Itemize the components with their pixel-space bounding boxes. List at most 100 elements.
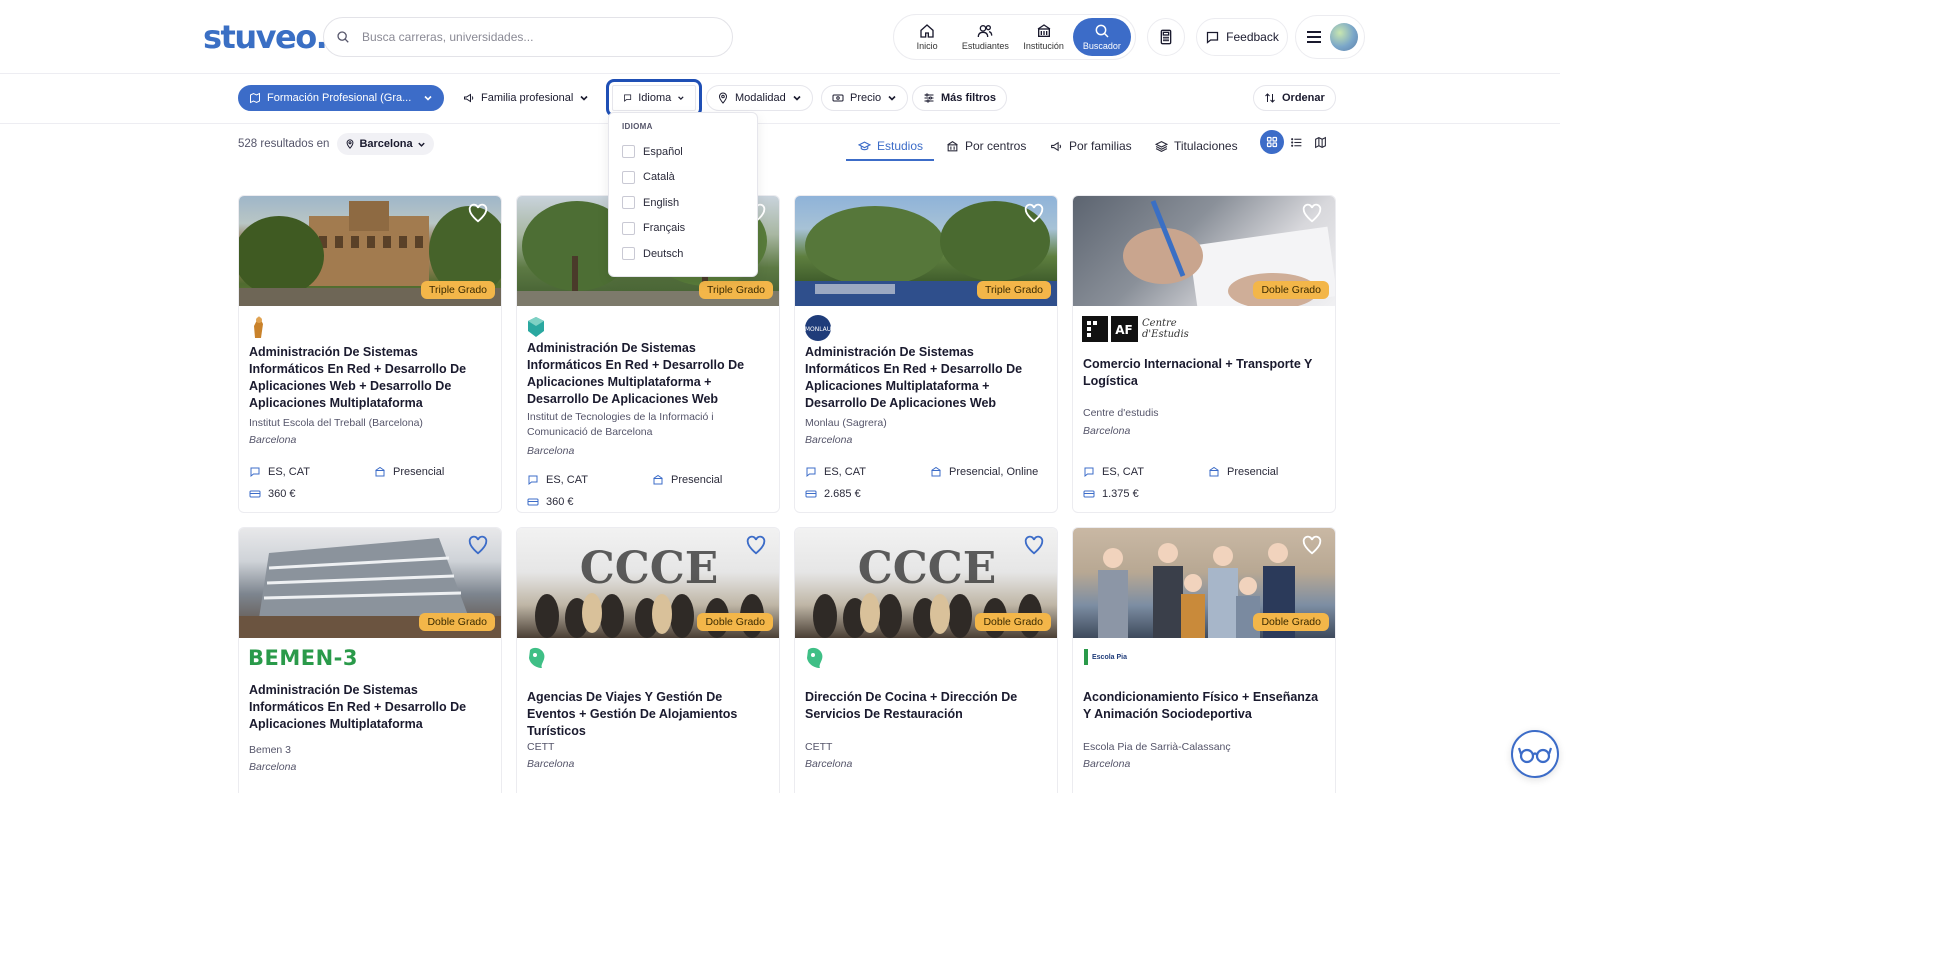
heart-icon[interactable]: [1301, 534, 1323, 556]
calculator-button[interactable]: [1147, 18, 1185, 56]
nav-inicio[interactable]: Inicio: [898, 18, 956, 56]
checkbox[interactable]: [622, 145, 635, 159]
study-type-filter[interactable]: Formación Profesional (Gra...: [238, 85, 444, 111]
search-icon: [337, 31, 349, 43]
cett-logo: [529, 647, 545, 668]
price-text: 360 €: [268, 488, 296, 500]
card-title[interactable]: Administración De Sistemas Informáticos …: [249, 344, 491, 412]
study-card[interactable]: Doble Grado AF Centre d'Estudis Comercio…: [1072, 195, 1336, 513]
language-option-english[interactable]: English: [622, 190, 744, 216]
card-title[interactable]: Administración De Sistemas Informáticos …: [249, 682, 491, 733]
card-city: Barcelona: [1083, 758, 1131, 770]
location-selector[interactable]: Barcelona: [337, 133, 434, 155]
institution-icon: [931, 466, 941, 477]
banknote-icon: [1083, 490, 1095, 498]
chevron-down-icon: [793, 95, 801, 101]
card-title[interactable]: Administración De Sistemas Informáticos …: [527, 340, 769, 408]
family-filter[interactable]: Familia profesional: [452, 85, 601, 111]
study-card[interactable]: Triple Grado MONLAU Administración De Si…: [794, 195, 1058, 513]
nav-label: Inicio: [916, 41, 938, 51]
modality-info: Presencial: [652, 474, 722, 486]
nav-buscador[interactable]: Buscador: [1072, 18, 1131, 56]
tab-por-familias[interactable]: Por familias: [1050, 131, 1132, 161]
card-city: Barcelona: [249, 434, 297, 446]
stuveo-logo[interactable]: stuveo.: [203, 18, 328, 56]
search-bar[interactable]: [323, 17, 733, 57]
price-text: 2.685 €: [824, 488, 861, 500]
tab-titulaciones[interactable]: Titulaciones: [1155, 131, 1238, 161]
card-city: Barcelona: [1083, 425, 1131, 437]
tab-label: Por centros: [965, 139, 1027, 153]
map-view-button[interactable]: [1308, 130, 1332, 154]
heart-icon[interactable]: [1023, 534, 1045, 556]
languages-text: ES, CAT: [824, 466, 866, 478]
user-menu-button[interactable]: [1295, 15, 1365, 59]
checkbox[interactable]: [622, 196, 635, 210]
tab-estudios[interactable]: Estudios: [858, 131, 923, 161]
languages-text: ES, CAT: [1102, 466, 1144, 478]
card-title[interactable]: Comercio Internacional + Transporte Y Lo…: [1083, 356, 1325, 390]
checkbox[interactable]: [622, 170, 635, 184]
heart-icon[interactable]: [1023, 202, 1045, 224]
nav-estudiantes[interactable]: Estudiantes: [956, 18, 1014, 56]
tab-por-centros[interactable]: Por centros: [946, 131, 1026, 161]
location-pin-icon: [347, 139, 354, 149]
home-icon: [920, 24, 934, 38]
heart-icon[interactable]: [1301, 202, 1323, 224]
feedback-button[interactable]: Feedback: [1196, 18, 1288, 56]
calculator-icon: [1160, 29, 1172, 45]
list-view-button[interactable]: [1284, 130, 1308, 154]
banknote-icon: [249, 490, 261, 498]
card-city: Barcelona: [249, 761, 297, 773]
checkbox[interactable]: [622, 221, 635, 235]
study-card[interactable]: Triple Grado Administración De Sistemas …: [238, 195, 502, 513]
language-filter[interactable]: Idioma: [606, 79, 702, 117]
nav-institucion[interactable]: Institución: [1015, 18, 1073, 56]
heart-icon[interactable]: [745, 534, 767, 556]
chevron-down-icon: [580, 95, 588, 101]
option-label: Deutsch: [643, 247, 684, 260]
escola-pia-logo: Escola Pia: [1082, 648, 1127, 666]
study-card[interactable]: Doble Grado Escola Pia Acondicionamiento…: [1072, 527, 1336, 793]
checkbox[interactable]: [622, 247, 635, 261]
modality-text: Presencial: [671, 474, 723, 486]
chat-icon: [250, 467, 260, 478]
study-type-label: Formación Profesional (Gra...: [267, 92, 412, 104]
heart-icon[interactable]: [467, 202, 489, 224]
grid-view-button[interactable]: [1260, 130, 1284, 154]
svg-text:AF: AF: [1115, 323, 1132, 337]
study-card[interactable]: CCCE Doble Grado Dirección De Cocina + D…: [794, 527, 1058, 793]
nav-label: Buscador: [1082, 41, 1121, 51]
modality-filter[interactable]: Modalidad: [706, 85, 813, 111]
order-button[interactable]: Ordenar: [1253, 85, 1336, 111]
grid-icon: [1266, 136, 1278, 148]
option-label: English: [643, 196, 680, 209]
heart-icon[interactable]: [467, 534, 489, 556]
students-icon: [978, 24, 993, 38]
card-institution: CETT: [805, 741, 833, 753]
itic-logo: [528, 317, 544, 337]
card-institution: Escola Pia de Sarrià-Calassanç: [1083, 741, 1231, 753]
price-text: 1.375 €: [1102, 488, 1139, 500]
modality-info: Presencial: [374, 466, 444, 478]
banknote-icon: [805, 490, 817, 498]
card-title[interactable]: Administración De Sistemas Informáticos …: [805, 344, 1047, 412]
language-option-deutsch[interactable]: Deutsch: [622, 241, 744, 267]
card-institution: Centre d'estudis: [1083, 407, 1159, 419]
institution-icon: [1037, 24, 1050, 37]
study-card[interactable]: Doble Grado BEMEN-3 Administración De Si…: [238, 527, 502, 793]
accessibility-glasses-button[interactable]: [1511, 730, 1559, 778]
chevron-down-icon: [424, 95, 432, 101]
search-input[interactable]: [362, 30, 702, 44]
language-option-espanol[interactable]: Español: [622, 139, 744, 165]
card-title[interactable]: Dirección De Cocina + Dirección De Servi…: [805, 689, 1047, 723]
study-card[interactable]: CCCE Doble Grado Agencias De Viajes Y Ge…: [516, 527, 780, 793]
card-title[interactable]: Agencias De Viajes Y Gestión De Eventos …: [527, 689, 769, 740]
language-option-catala[interactable]: Català: [622, 165, 744, 191]
more-filters-button[interactable]: Más filtros: [912, 85, 1008, 111]
price-filter[interactable]: Precio: [821, 85, 909, 111]
language-option-francais[interactable]: Français: [622, 216, 744, 242]
card-title[interactable]: Acondicionamiento Físico + Enseñanza Y A…: [1083, 689, 1325, 723]
svg-text:CCCE: CCCE: [858, 543, 997, 594]
chevron-down-icon: [888, 95, 896, 101]
